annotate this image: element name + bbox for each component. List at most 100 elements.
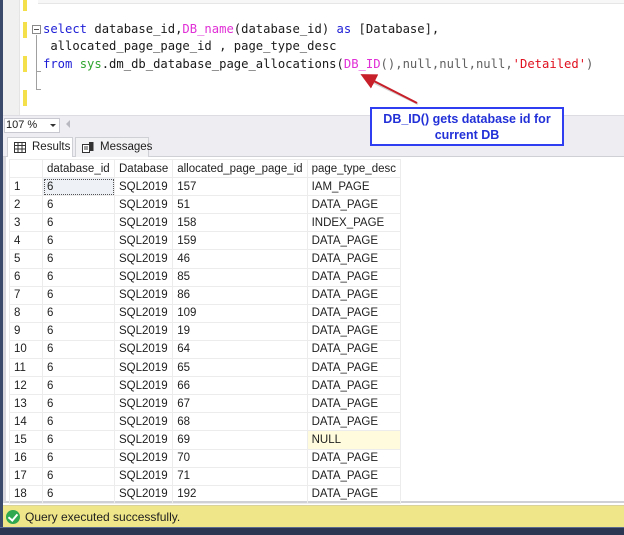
cell-page-type-desc[interactable]: DATA_PAGE — [306, 249, 401, 269]
row-number[interactable]: 12 — [9, 376, 43, 396]
cell-database-id[interactable]: 6 — [42, 339, 115, 360]
table-row[interactable]: 1 6 SQL2019 157 IAM_PAGE — [9, 177, 401, 197]
cell-allocated-page-id[interactable]: 68 — [172, 412, 308, 432]
cell-database[interactable]: SQL2019 — [113, 321, 174, 341]
cell-allocated-page-id[interactable]: 19 — [172, 321, 308, 341]
row-number[interactable]: 8 — [9, 303, 43, 323]
column-header-database[interactable]: Database — [113, 158, 174, 179]
cell-database-id[interactable]: 6 — [42, 231, 115, 251]
row-number[interactable]: 4 — [9, 231, 43, 251]
cell-database-id[interactable]: 6 — [42, 448, 115, 468]
cell-allocated-page-id[interactable]: 86 — [172, 285, 308, 305]
table-row[interactable]: 8 6 SQL2019 109 DATA_PAGE — [9, 303, 401, 323]
row-number[interactable]: 16 — [9, 448, 43, 468]
cell-database[interactable]: SQL2019 — [113, 303, 174, 323]
table-row[interactable]: 14 6 SQL2019 68 DATA_PAGE — [9, 412, 401, 432]
row-number[interactable]: 13 — [9, 394, 43, 414]
cell-database[interactable]: SQL2019 — [113, 430, 174, 450]
table-row[interactable]: 16 6 SQL2019 70 DATA_PAGE — [9, 448, 401, 468]
cell-allocated-page-id[interactable]: 46 — [172, 249, 308, 269]
cell-page-type-desc[interactable]: DATA_PAGE — [306, 231, 401, 251]
row-number[interactable]: 11 — [9, 358, 43, 378]
cell-database-id[interactable]: 6 — [42, 466, 115, 486]
table-row[interactable]: 15 6 SQL2019 69 NULL — [9, 430, 401, 450]
cell-allocated-page-id[interactable]: 69 — [172, 430, 308, 450]
table-row[interactable]: 13 6 SQL2019 67 DATA_PAGE — [9, 394, 401, 414]
column-header-rownum[interactable] — [9, 158, 43, 179]
cell-allocated-page-id[interactable]: 109 — [172, 303, 308, 323]
row-number[interactable]: 3 — [9, 213, 43, 233]
cell-page-type-desc[interactable]: DATA_PAGE — [306, 267, 401, 287]
collapse-icon[interactable] — [32, 25, 41, 34]
cell-page-type-desc[interactable]: DATA_PAGE — [306, 321, 401, 341]
cell-database-id[interactable]: 6 — [42, 267, 115, 287]
cell-page-type-desc[interactable]: DATA_PAGE — [306, 484, 401, 504]
cell-database[interactable]: SQL2019 — [113, 267, 174, 287]
cell-database[interactable]: SQL2019 — [113, 484, 174, 504]
row-number[interactable]: 14 — [9, 412, 43, 432]
cell-database[interactable]: SQL2019 — [113, 231, 174, 251]
column-header-database-id[interactable]: database_id — [42, 158, 115, 179]
cell-allocated-page-id[interactable]: 159 — [172, 231, 308, 251]
table-row[interactable]: 6 6 SQL2019 85 DATA_PAGE — [9, 267, 401, 287]
cell-page-type-desc[interactable]: DATA_PAGE — [306, 466, 401, 486]
cell-database-id[interactable]: 6 — [42, 412, 115, 432]
tab-results[interactable]: Results — [7, 137, 73, 158]
cell-database-id[interactable]: 6 — [42, 195, 115, 215]
table-row[interactable]: 11 6 SQL2019 65 DATA_PAGE — [9, 358, 401, 378]
table-row[interactable]: 12 6 SQL2019 66 DATA_PAGE — [9, 376, 401, 396]
row-number[interactable]: 6 — [9, 267, 43, 287]
table-row[interactable]: 5 6 SQL2019 46 DATA_PAGE — [9, 249, 401, 269]
cell-database-id[interactable]: 6 — [42, 213, 115, 233]
cell-page-type-desc[interactable]: DATA_PAGE — [306, 394, 401, 414]
column-header-page-type-desc[interactable]: page_type_desc — [306, 158, 401, 179]
row-number[interactable]: 7 — [9, 285, 43, 305]
tab-messages[interactable]: Messages — [75, 137, 152, 158]
table-row[interactable]: 4 6 SQL2019 159 DATA_PAGE — [9, 231, 401, 251]
cell-page-type-desc[interactable]: INDEX_PAGE — [306, 213, 401, 233]
cell-database[interactable]: SQL2019 — [113, 466, 174, 486]
cell-database[interactable]: SQL2019 — [113, 213, 174, 233]
cell-page-type-desc[interactable]: DATA_PAGE — [306, 339, 401, 360]
cell-page-type-desc[interactable]: DATA_PAGE — [306, 303, 401, 323]
cell-database-id[interactable]: 6 — [42, 285, 115, 305]
query-editor[interactable]: select database_id,DB_name(database_id) … — [3, 0, 624, 115]
table-row[interactable]: 7 6 SQL2019 86 DATA_PAGE — [9, 285, 401, 305]
cell-page-type-desc[interactable]: NULL — [306, 430, 401, 450]
row-number[interactable]: 5 — [9, 249, 43, 269]
cell-allocated-page-id[interactable]: 158 — [172, 213, 308, 233]
cell-page-type-desc[interactable]: DATA_PAGE — [306, 412, 401, 432]
column-header-allocated-page-id[interactable]: allocated_page_page_id — [172, 158, 308, 179]
row-number[interactable]: 9 — [9, 321, 43, 341]
cell-database[interactable]: SQL2019 — [113, 249, 174, 269]
cell-allocated-page-id[interactable]: 64 — [172, 339, 308, 360]
cell-allocated-page-id[interactable]: 66 — [172, 376, 308, 396]
cell-database-id[interactable]: 6 — [42, 249, 115, 269]
table-row[interactable]: 3 6 SQL2019 158 INDEX_PAGE — [9, 213, 401, 233]
cell-database[interactable]: SQL2019 — [113, 412, 174, 432]
cell-page-type-desc[interactable]: DATA_PAGE — [306, 448, 401, 468]
cell-allocated-page-id[interactable]: 51 — [172, 195, 308, 215]
cell-database-id[interactable]: 6 — [42, 177, 115, 197]
cell-allocated-page-id[interactable]: 70 — [172, 448, 308, 468]
row-number[interactable]: 10 — [9, 339, 43, 360]
cell-database[interactable]: SQL2019 — [113, 339, 174, 360]
cell-allocated-page-id[interactable]: 67 — [172, 394, 308, 414]
results-grid[interactable]: database_id Database allocated_page_page… — [3, 157, 624, 504]
table-row[interactable]: 18 6 SQL2019 192 DATA_PAGE — [9, 484, 401, 504]
row-number[interactable]: 17 — [9, 466, 43, 486]
cell-database-id[interactable]: 6 — [42, 303, 115, 323]
cell-database-id[interactable]: 6 — [42, 394, 115, 414]
cell-page-type-desc[interactable]: DATA_PAGE — [306, 376, 401, 396]
cell-database[interactable]: SQL2019 — [113, 394, 174, 414]
row-number[interactable]: 2 — [9, 195, 43, 215]
cell-page-type-desc[interactable]: IAM_PAGE — [306, 177, 401, 197]
cell-database-id[interactable]: 6 — [42, 430, 115, 450]
cell-database-id[interactable]: 6 — [42, 376, 115, 396]
row-number[interactable]: 15 — [9, 430, 43, 450]
cell-page-type-desc[interactable]: DATA_PAGE — [306, 358, 401, 378]
cell-allocated-page-id[interactable]: 157 — [172, 177, 308, 197]
zoom-dropdown[interactable]: 107 % — [4, 118, 60, 133]
cell-database[interactable]: SQL2019 — [113, 285, 174, 305]
cell-database-id[interactable]: 6 — [42, 358, 115, 378]
